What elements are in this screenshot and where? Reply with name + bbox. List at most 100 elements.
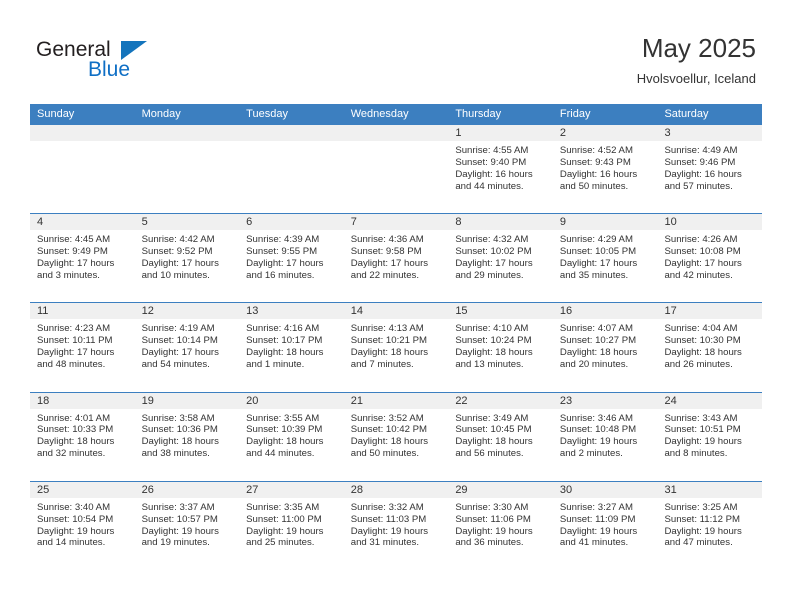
location-subtitle: Hvolsvoellur, Iceland	[636, 71, 756, 86]
sunset-text: Sunset: 11:09 PM	[559, 513, 636, 525]
daylight-text: Daylight: 16 hours and 50 minutes.	[559, 168, 638, 192]
calendar-day-cell[interactable]: 2 Sunrise: 4:52 AM Sunset: 9:43 PM Daylight…	[552, 125, 658, 214]
calendar-day-cell[interactable]: 14 Sunrise: 4:13 AM Sunset: 10:21 PM Daylig…	[343, 303, 449, 392]
calendar-day-cell[interactable]: 10 Sunrise: 4:26 AM Sunset: 10:08 PM Daylig…	[657, 214, 763, 303]
calendar-day-cell[interactable]: 8 Sunrise: 4:32 AM Sunset: 10:02 PM Dayligh…	[448, 214, 553, 303]
weekday-header-saturday: Saturday	[664, 108, 709, 120]
sunrise-text: Sunrise: 3:40 AM	[37, 501, 111, 513]
calendar-day-cell[interactable]: 3 Sunrise: 4:49 AM Sunset: 9:46 PM Daylight…	[657, 125, 763, 214]
sunrise-text: Sunrise: 4:45 AM	[37, 234, 111, 246]
day-number: 27	[239, 481, 344, 498]
day-number: 17	[657, 303, 763, 320]
daylight-text: Daylight: 19 hours and 8 minutes.	[664, 436, 742, 460]
calendar-day-cell[interactable]: 22 Sunrise: 3:49 AM Sunset: 10:45 PM Daylig…	[448, 392, 553, 481]
daylight-text: Daylight: 16 hours and 44 minutes.	[455, 168, 533, 192]
daylight-text: Daylight: 18 hours and 1 minute.	[246, 347, 324, 371]
day-number	[343, 125, 449, 141]
calendar-day-cell[interactable]: 9 Sunrise: 4:29 AM Sunset: 10:05 PM Dayligh…	[552, 214, 658, 303]
day-details: Sunrise: 4:49 AM Sunset: 9:46 PM Daylight:…	[657, 141, 762, 193]
sunset-text: Sunset: 10:48 PM	[559, 424, 637, 436]
calendar-day-cell[interactable]: 25 Sunrise: 3:40 AM Sunset: 10:54 PM Daylig…	[30, 481, 135, 570]
day-details: Sunrise: 4:13 AM Sunset: 10:21 PM Daylight…	[344, 319, 449, 371]
calendar-day-cell[interactable]: 23 Sunrise: 3:46 AM Sunset: 10:48 PM Daylig…	[552, 392, 658, 481]
calendar-day-cell[interactable]: 1 Sunrise: 4:55 AM Sunset: 9:40 PM Daylight…	[448, 125, 553, 214]
calendar-day-cell[interactable]: 13 Sunrise: 4:16 AM Sunset: 10:17 PM Daylig…	[239, 303, 344, 392]
day-details: Sunrise: 4:32 AM Sunset: 10:02 PM Daylight…	[448, 230, 553, 282]
calendar-grid: Sunday Monday Tuesday Wednesday Thursday…	[30, 104, 763, 570]
sunset-text: Sunset: 10:14 PM	[141, 335, 218, 347]
general-blue-logo[interactable]: General Blue	[36, 38, 166, 86]
calendar-day-cell[interactable]: 17 Sunrise: 4:04 AM Sunset: 10:30 PM Daylig…	[657, 303, 763, 392]
sunset-text: Sunset: 11:06 PM	[455, 513, 531, 525]
day-number: 26	[134, 481, 240, 498]
calendar-day-cell[interactable]: 29 Sunrise: 3:30 AM Sunset: 11:06 PM Daylig…	[448, 481, 553, 570]
sunrise-text: Sunrise: 4:29 AM	[559, 234, 633, 246]
calendar-day-cell[interactable]: 21 Sunrise: 3:52 AM Sunset: 10:42 PM Daylig…	[343, 392, 449, 481]
day-details: Sunrise: 4:07 AM Sunset: 10:27 PM Daylight…	[553, 319, 658, 371]
day-details: Sunrise: 3:27 AM Sunset: 11:09 PM Daylight…	[553, 498, 658, 550]
weekday-header-friday: Friday	[559, 108, 591, 120]
sunset-text: Sunset: 10:27 PM	[559, 335, 637, 347]
day-number: 24	[657, 392, 763, 409]
calendar-day-cell[interactable]: 30 Sunrise: 3:27 AM Sunset: 11:09 PM Daylig…	[552, 481, 658, 570]
calendar-day-cell[interactable]: 28 Sunrise: 3:32 AM Sunset: 11:03 PM Daylig…	[343, 481, 449, 570]
weekday-header-sunday: Sunday	[37, 108, 75, 120]
daylight-text: Daylight: 18 hours and 26 minutes.	[664, 347, 742, 371]
day-details: Sunrise: 4:52 AM Sunset: 9:43 PM Daylight:…	[553, 141, 658, 193]
sunset-text: Sunset: 10:36 PM	[141, 424, 218, 436]
calendar-day-cell[interactable]: 5 Sunrise: 4:42 AM Sunset: 9:52 PM Daylight…	[134, 214, 240, 303]
calendar-day-cell[interactable]: 27 Sunrise: 3:35 AM Sunset: 11:00 PM Daylig…	[239, 481, 344, 570]
calendar-week-row: 4 Sunrise: 4:45 AM Sunset: 9:49 PM Daylight…	[30, 213, 763, 303]
logo-text-blue: Blue	[88, 58, 131, 81]
calendar-day-cell[interactable]: 15 Sunrise: 4:10 AM Sunset: 10:24 PM Daylig…	[448, 303, 553, 392]
sunset-text: Sunset: 9:43 PM	[559, 156, 631, 168]
day-details: Sunrise: 3:25 AM Sunset: 11:12 PM Daylight…	[657, 498, 762, 550]
calendar-day-cell[interactable]: 24 Sunrise: 3:43 AM Sunset: 10:51 PM Daylig…	[657, 392, 763, 481]
daylight-text: Daylight: 19 hours and 2 minutes.	[559, 436, 638, 460]
day-number: 2	[552, 125, 658, 141]
calendar-day-cell[interactable]: 20 Sunrise: 3:55 AM Sunset: 10:39 PM Daylig…	[239, 392, 344, 481]
calendar-day-cell[interactable]: 19 Sunrise: 3:58 AM Sunset: 10:36 PM Daylig…	[134, 392, 240, 481]
day-details: Sunrise: 3:37 AM Sunset: 10:57 PM Daylight…	[135, 498, 240, 550]
day-number	[30, 125, 135, 141]
calendar-day-cell-empty	[239, 125, 344, 214]
day-details: Sunrise: 3:49 AM Sunset: 10:45 PM Daylight…	[448, 409, 553, 461]
daylight-text: Daylight: 18 hours and 56 minutes.	[455, 436, 533, 460]
calendar-week-row: 11 Sunrise: 4:23 AM Sunset: 10:11 PM Daylig…	[30, 302, 763, 392]
sunrise-text: Sunrise: 3:35 AM	[246, 501, 320, 513]
sunset-text: Sunset: 10:17 PM	[246, 335, 323, 347]
daylight-text: Daylight: 17 hours and 3 minutes.	[37, 258, 115, 281]
calendar-day-cell[interactable]: 16 Sunrise: 4:07 AM Sunset: 10:27 PM Daylig…	[552, 303, 658, 392]
calendar-day-cell[interactable]: 7 Sunrise: 4:36 AM Sunset: 9:58 PM Daylight…	[343, 214, 449, 303]
calendar-day-cell[interactable]: 26 Sunrise: 3:37 AM Sunset: 10:57 PM Daylig…	[134, 481, 240, 570]
daylight-text: Daylight: 18 hours and 20 minutes.	[559, 347, 638, 371]
day-number: 20	[239, 392, 344, 409]
daylight-text: Daylight: 17 hours and 29 minutes.	[455, 258, 533, 281]
day-number: 18	[30, 392, 135, 409]
day-number: 8	[448, 214, 553, 231]
calendar-day-cell[interactable]: 6 Sunrise: 4:39 AM Sunset: 9:55 PM Daylight…	[239, 214, 344, 303]
day-number: 11	[30, 303, 135, 320]
calendar-day-cell[interactable]: 18 Sunrise: 4:01 AM Sunset: 10:33 PM Daylig…	[30, 392, 135, 481]
sunset-text: Sunset: 10:02 PM	[455, 246, 532, 258]
sunset-text: Sunset: 11:00 PM	[246, 513, 322, 525]
sunset-text: Sunset: 10:45 PM	[455, 424, 532, 436]
sunrise-text: Sunrise: 4:55 AM	[455, 145, 529, 156]
sunrise-text: Sunrise: 3:43 AM	[664, 412, 738, 424]
sunrise-text: Sunrise: 4:07 AM	[559, 323, 633, 335]
day-number: 28	[343, 481, 449, 498]
daylight-text: Daylight: 17 hours and 35 minutes.	[559, 258, 638, 281]
day-number: 15	[448, 303, 553, 320]
sunset-text: Sunset: 10:24 PM	[455, 335, 532, 347]
sunset-text: Sunset: 10:51 PM	[664, 424, 741, 436]
calendar-day-cell[interactable]: 31 Sunrise: 3:25 AM Sunset: 11:12 PM Daylig…	[657, 481, 763, 570]
calendar-day-cell[interactable]: 4 Sunrise: 4:45 AM Sunset: 9:49 PM Daylight…	[30, 214, 135, 303]
sunrise-text: Sunrise: 4:04 AM	[664, 323, 738, 335]
sunrise-text: Sunrise: 3:49 AM	[455, 412, 529, 424]
day-details: Sunrise: 4:45 AM Sunset: 9:49 PM Daylight:…	[30, 230, 135, 282]
calendar-week-row: 1 Sunrise: 4:55 AM Sunset: 9:40 PM Daylight…	[30, 125, 763, 214]
day-details: Sunrise: 3:35 AM Sunset: 11:00 PM Daylight…	[239, 498, 344, 550]
calendar-day-cell[interactable]: 11 Sunrise: 4:23 AM Sunset: 10:11 PM Daylig…	[30, 303, 135, 392]
calendar-day-cell[interactable]: 12 Sunrise: 4:19 AM Sunset: 10:14 PM Daylig…	[134, 303, 240, 392]
sunrise-text: Sunrise: 4:01 AM	[37, 412, 111, 424]
